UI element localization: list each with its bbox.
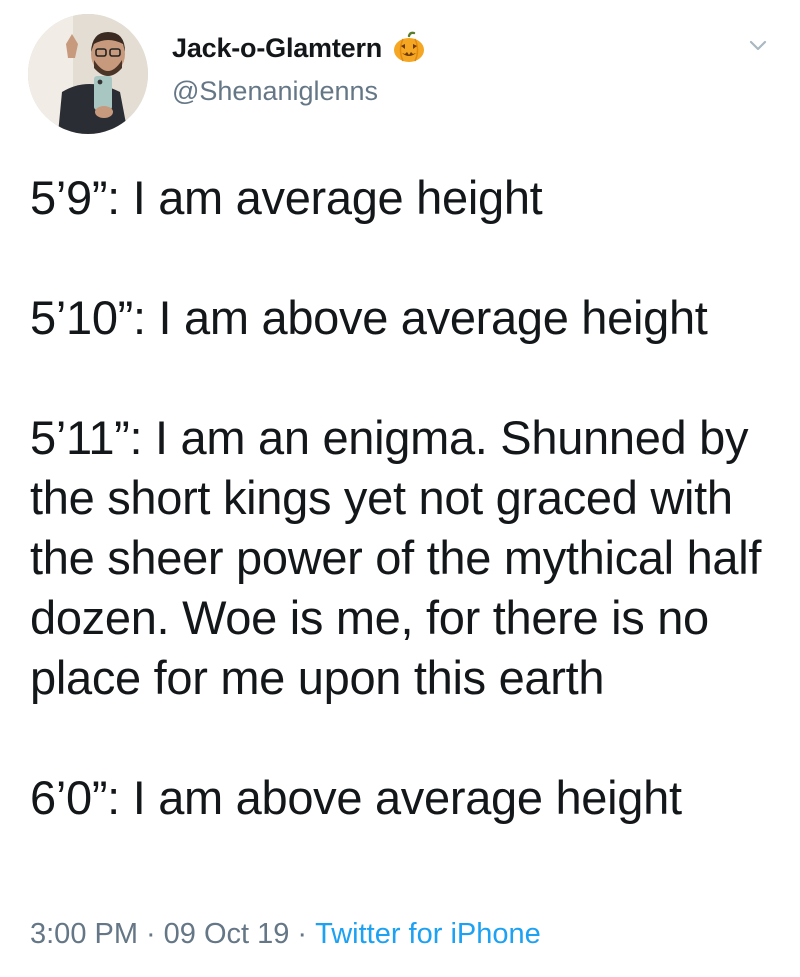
tweet-paragraph: 6’0”: I am above average height — [30, 771, 682, 824]
tweet: Jack-o-Glamtern @Shenaniglenns 5’9”: I a… — [0, 0, 800, 977]
tweet-paragraph: 5’10”: I am above average height — [30, 291, 708, 344]
tweet-paragraph: 5’9”: I am average height — [30, 171, 543, 224]
avatar[interactable] — [28, 14, 148, 134]
display-name[interactable]: Jack-o-Glamtern — [172, 33, 382, 64]
meta-separator: · — [297, 918, 308, 950]
display-name-row: Jack-o-Glamtern — [172, 28, 426, 68]
jack-o-lantern-icon — [392, 31, 426, 65]
meta-separator: · — [146, 918, 156, 950]
tweet-text: 5’9”: I am average height 5’10”: I am ab… — [30, 168, 770, 828]
chevron-down-icon[interactable] — [746, 34, 770, 58]
tweet-date[interactable]: 09 Oct 19 — [164, 918, 290, 950]
handle[interactable]: @Shenaniglenns — [172, 76, 426, 107]
tweet-meta: 3:00 PM · 09 Oct 19 · Twitter for iPhone — [30, 918, 541, 951]
author-block: Jack-o-Glamtern @Shenaniglenns — [172, 28, 426, 107]
tweet-paragraph: 5’11”: I am an enigma. Shunned by the sh… — [30, 411, 762, 704]
tweet-source-link[interactable]: Twitter for iPhone — [315, 918, 541, 950]
tweet-time[interactable]: 3:00 PM — [30, 918, 138, 950]
